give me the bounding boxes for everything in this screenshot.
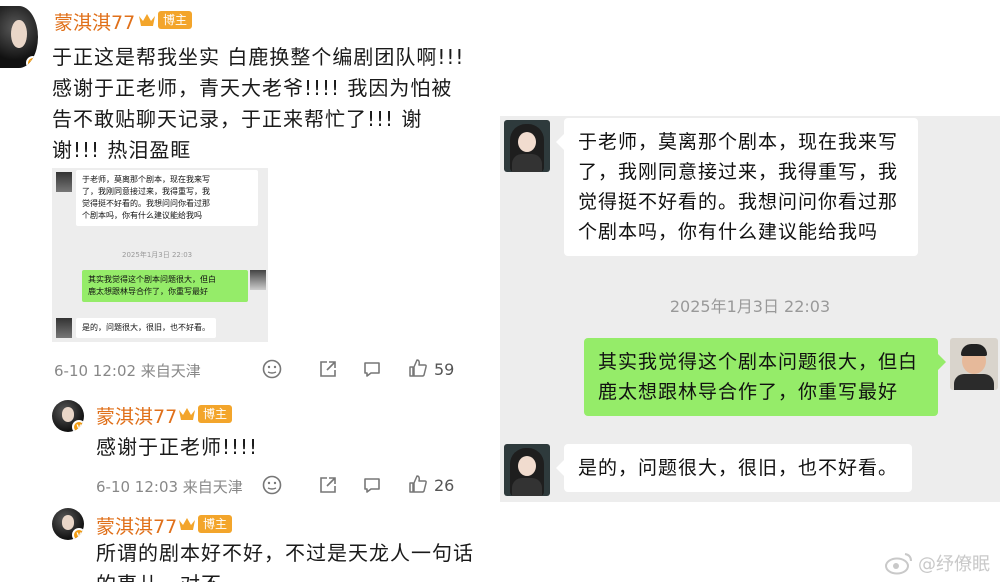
comment-text: 所谓的剧本好不好，不过是天龙人一句话 的事儿，对不 (96, 541, 474, 582)
weibo-logo-icon (885, 553, 912, 575)
username[interactable]: 蒙淇淇77 (96, 512, 177, 539)
username[interactable]: 蒙淇淇77 (96, 402, 177, 429)
avatar (504, 120, 550, 172)
avatar[interactable]: v (52, 508, 84, 540)
verified-badge-icon: v (72, 420, 84, 432)
chat-screenshot-thumbnail[interactable]: 于老师，莫离那个剧本，现在我来写 了，我刚同意接过来，我得重写，我 觉得挺不好看… (52, 168, 268, 342)
chat-bubble: 于老师，莫离那个剧本，现在我来写 了，我刚同意接过来，我得重写，我 觉得挺不好看… (76, 170, 258, 226)
comment-meta: 6-10 12:03 来自天津 (96, 478, 243, 496)
crown-icon (139, 14, 155, 26)
avatar (56, 318, 72, 338)
chat-timestamp: 2025年1月3日 22:03 (669, 297, 831, 316)
chat-bubble: 于老师，莫离那个剧本，现在我来写 了，我刚同意接过来，我得重写，我 觉得挺不好看… (556, 118, 918, 256)
comment-icon[interactable] (362, 475, 382, 495)
chat-bubble: 其实我觉得这个剧本问题很大，但白 鹿太想跟林导合作了，你重写最好 (584, 338, 946, 416)
verified-badge-icon: v (72, 528, 84, 540)
watermark: @纾僚眠 (884, 550, 990, 576)
share-icon[interactable] (318, 475, 338, 495)
share-icon[interactable] (318, 359, 338, 379)
avatar (56, 172, 72, 192)
blogger-tag: 博主 (158, 11, 193, 29)
comment-icon[interactable] (362, 359, 382, 379)
chat-bubble: 其实我觉得这个剧本问题很大，但白 鹿太想跟林导合作了，你重写最好 (82, 270, 248, 302)
chat-bubble: 是的，问题很大，很旧，也不好看。 (76, 318, 216, 338)
chat-timestamp: 2025年1月3日 22:03 (122, 251, 193, 259)
watermark-text: @纾僚眠 (918, 554, 990, 575)
blogger-tag: 博主 (198, 405, 233, 423)
like-count: 26 (434, 476, 455, 495)
comment-text: 感谢于正老师!!!! (96, 435, 259, 459)
avatar (250, 270, 266, 290)
like-icon[interactable] (408, 474, 428, 494)
comment-text: 于正这是帮我坐实 白鹿换整个编剧团队啊!!! 感谢于正老师，青天大老爷!!!! … (52, 45, 465, 162)
emoji-icon[interactable] (262, 359, 282, 379)
crown-icon (179, 518, 195, 530)
verified-badge-icon: v (26, 56, 38, 68)
chat-bubble: 是的，问题很大，很旧，也不好看。 (555, 444, 913, 492)
emoji-icon[interactable] (262, 475, 282, 495)
crown-icon (179, 408, 195, 420)
username[interactable]: 蒙淇淇77 (54, 8, 135, 35)
avatar (504, 444, 550, 496)
comment-meta: 6-10 12:02 来自天津 (54, 362, 201, 380)
avatar[interactable]: v (0, 6, 38, 68)
like-count: 59 (434, 360, 455, 379)
blogger-tag: 博主 (198, 515, 233, 533)
like-icon[interactable] (408, 358, 428, 378)
avatar[interactable]: v (52, 400, 84, 432)
chat-screenshot: 于老师，莫离那个剧本，现在我来写 了，我刚同意接过来，我得重写，我 觉得挺不好看… (500, 116, 1000, 502)
comment-list: v 蒙淇淇77 博主 于正这是帮我坐实 白鹿换整个编剧团队啊!!! 感谢于正老师… (0, 0, 490, 582)
avatar (950, 338, 998, 390)
